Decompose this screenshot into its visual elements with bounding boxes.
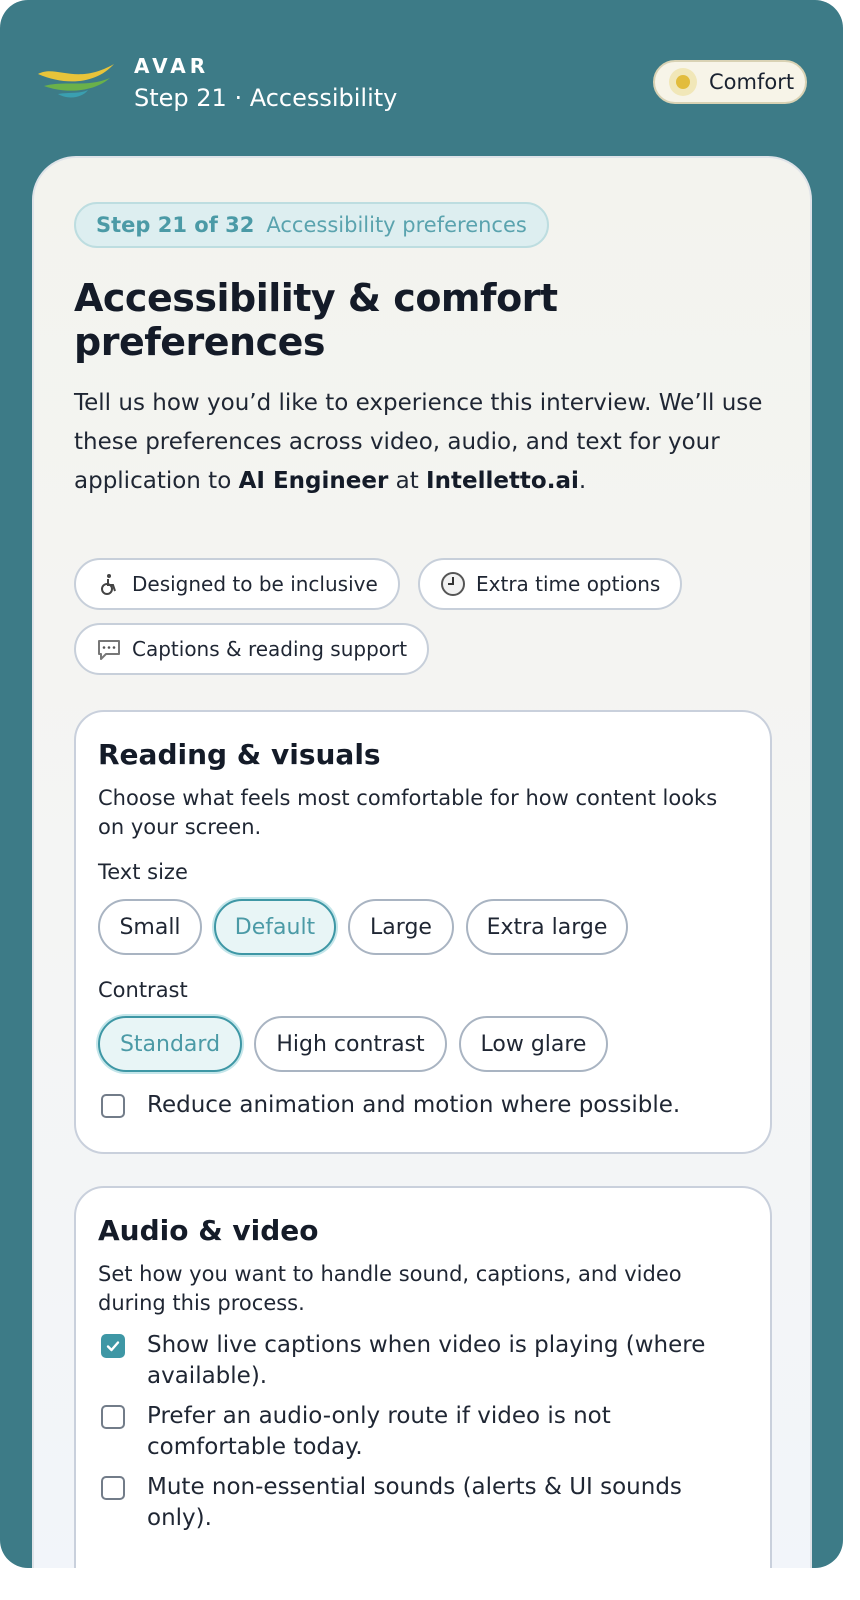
section-title: Reading & visuals: [98, 738, 381, 771]
section-description: Choose what feels most comfortable for h…: [98, 786, 718, 839]
step-number: Step 21 of 32: [96, 213, 255, 237]
reduce-motion-checkbox[interactable]: [101, 1094, 125, 1118]
audio-video-section: Audio & video Set how you want to handle…: [74, 1186, 772, 1568]
app-frame: AVAR Step 21 · Accessibility Comfort Ste…: [0, 0, 843, 1568]
mute-sounds-checkbox[interactable]: [101, 1476, 125, 1500]
reduce-motion-row[interactable]: Reduce animation and motion where possib…: [98, 1090, 738, 1121]
text-size-large[interactable]: Large: [348, 899, 454, 955]
header-subtitle: Step 21 · Accessibility: [134, 84, 398, 112]
comfort-dot-icon: [669, 68, 697, 96]
section-title: Audio & video: [98, 1214, 319, 1247]
wheelchair-icon: [96, 571, 122, 597]
text-size-default[interactable]: Default: [214, 899, 336, 955]
clock-icon: [440, 571, 466, 597]
audio-only-option-label: Prefer an audio-only route if video is n…: [147, 1403, 611, 1460]
comfort-toggle[interactable]: Comfort: [653, 60, 807, 104]
text-size-extra-large[interactable]: Extra large: [466, 899, 628, 955]
comfort-label: Comfort: [709, 70, 795, 94]
section-description: Set how you want to handle sound, captio…: [98, 1262, 682, 1315]
intro-text: Tell us how you’d like to experience thi…: [74, 390, 763, 494]
speech-bubble-icon: [96, 636, 122, 662]
step-label: Accessibility preferences: [266, 213, 527, 237]
main-card: Step 21 of 32 Accessibility preferences …: [32, 156, 812, 1568]
tag-inclusive: Designed to be inclusive: [74, 558, 400, 610]
contrast-label: Contrast: [98, 978, 188, 1002]
captions-option-row[interactable]: Show live captions when video is playing…: [98, 1330, 738, 1392]
tag-label: Extra time options: [476, 572, 661, 596]
audio-only-option-row[interactable]: Prefer an audio-only route if video is n…: [98, 1401, 738, 1463]
reduce-motion-label: Reduce animation and motion where possib…: [147, 1092, 681, 1118]
company-name: Intelletto.ai: [426, 468, 579, 494]
mute-sounds-option-label: Mute non-essential sounds (alerts & UI s…: [147, 1474, 682, 1531]
contrast-high[interactable]: High contrast: [254, 1016, 447, 1072]
mute-sounds-option-row[interactable]: Mute non-essential sounds (alerts & UI s…: [98, 1472, 738, 1534]
text-size-label: Text size: [98, 860, 188, 884]
step-indicator: Step 21 of 32 Accessibility preferences: [74, 202, 549, 248]
reading-visuals-section: Reading & visuals Choose what feels most…: [74, 710, 772, 1154]
text-size-small[interactable]: Small: [98, 899, 202, 955]
page-title: Accessibility & comfort preferences: [74, 276, 558, 364]
captions-option-label: Show live captions when video is playing…: [147, 1332, 706, 1389]
role-name: AI Engineer: [238, 468, 389, 494]
audio-only-checkbox[interactable]: [101, 1405, 125, 1429]
checkmark-icon: [106, 1341, 120, 1352]
brand-name: AVAR: [134, 54, 210, 78]
captions-checkbox[interactable]: [101, 1334, 125, 1358]
contrast-low-glare[interactable]: Low glare: [459, 1016, 608, 1072]
tag-captions: Captions & reading support: [74, 623, 430, 675]
avar-logo-icon: [38, 64, 114, 98]
tag-extra-time: Extra time options: [418, 558, 683, 610]
contrast-standard[interactable]: Standard: [98, 1016, 242, 1072]
tag-label: Captions & reading support: [132, 637, 408, 661]
tag-label: Designed to be inclusive: [132, 572, 378, 596]
